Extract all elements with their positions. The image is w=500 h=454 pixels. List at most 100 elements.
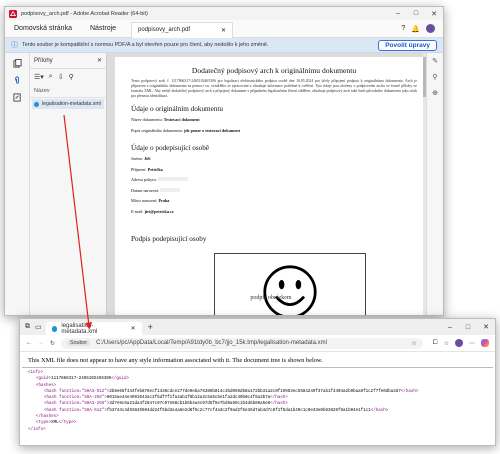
favorite-star-icon[interactable]: ☆ <box>411 340 416 347</box>
xml-text: 1117866317-2465102465306 <box>51 377 112 382</box>
doc-name-row: Název dokumentu: Testovací dokument <box>131 117 417 128</box>
tab-close-icon[interactable]: ✕ <box>221 27 226 34</box>
xml-close-tag: </hash> <box>400 389 419 394</box>
new-tab-icon[interactable]: + <box>148 322 153 332</box>
xml-line: </info> <box>28 427 495 433</box>
pdf-title: Dodatečný podpisový arch k originálnímu … <box>191 66 357 75</box>
maximize-button[interactable]: □ <box>459 324 477 331</box>
field-label: E-mail: <box>131 208 144 214</box>
tab-tools[interactable]: Nástroje <box>81 25 125 32</box>
doc-desc-row: Popis originálního dokumentu: jde pouze … <box>131 128 417 139</box>
search-icon[interactable]: ⚲ <box>432 73 437 81</box>
redacted-value <box>160 187 181 192</box>
xml-close-tag: </hash> <box>270 402 288 407</box>
field-row: Datum narození: <box>131 187 417 199</box>
pdf-intro: Tento podpisový arch č. 1117866317-24651… <box>131 79 417 99</box>
edge-tabbar: ⧉ ▭ legalisation-metadata.xml ✕ + – □ ✕ <box>20 319 495 335</box>
field-row: Příjmení: Petrička <box>131 167 417 178</box>
tab-actions-icon[interactable]: ▭ <box>35 323 42 331</box>
field-value: jiri@petricka.cz <box>144 208 174 214</box>
open-attachment-icon[interactable]: ⌕ <box>49 73 53 81</box>
attachment-filename: legalisation-metadata.xml <box>42 101 101 107</box>
field-label: Místo narození: <box>131 198 158 204</box>
workspaces-icon[interactable]: ⧉ <box>25 323 30 331</box>
tab-xml[interactable]: legalisation-metadata.xml ✕ <box>45 322 142 335</box>
xml-open-tag: </info> <box>28 427 46 432</box>
close-panel-icon[interactable]: ✕ <box>97 57 102 64</box>
xml-text: fb3744c4d93845984dd24f5bd3a4a6e2d8f5c2c7… <box>106 408 371 413</box>
signature-caption: podpis obrázkem <box>250 295 292 301</box>
xml-style-message: This XML file does not appear to have an… <box>22 354 493 368</box>
notifications-icon[interactable]: 🔔 <box>411 25 420 33</box>
xml-close-tag: </guid> <box>111 377 129 382</box>
zoom-icon[interactable]: ⊕ <box>432 89 438 97</box>
xml-open-tag: <hash function="SHA3-256"> <box>44 402 110 407</box>
field-row: Jméno: Jiří <box>131 156 417 167</box>
acrobat-titlebar: podpisovy_arch.pdf - Adobe Acrobat Reade… <box>5 7 443 20</box>
xml-open-tag: </hashes> <box>36 415 59 420</box>
acrobat-window: podpisovy_arch.pdf - Adobe Acrobat Reade… <box>4 6 444 316</box>
url-text: C:/Users/pc/AppData/Local/Temp/A91tdy0b_… <box>96 340 327 346</box>
smiley-signature-icon <box>263 265 317 315</box>
minimize-button[interactable]: – <box>441 324 459 331</box>
redacted-value <box>157 177 188 182</box>
close-button[interactable]: ✕ <box>425 10 443 18</box>
maximize-button[interactable]: □ <box>407 10 425 17</box>
enable-editing-button[interactable]: Povolit úpravy <box>378 39 437 51</box>
field-value: Praha <box>158 198 170 204</box>
close-tab-icon[interactable]: ✕ <box>131 325 136 332</box>
signature-image-box <box>214 253 366 315</box>
tab-document[interactable]: podpisovy_arch.pdf ✕ <box>131 21 234 38</box>
xml-text: 2b8e65f444feb876ecf1436cdce277de9eba7638… <box>109 389 401 394</box>
doc-name-value: Testovací dokument <box>163 117 200 123</box>
back-icon[interactable]: ← <box>26 340 32 346</box>
attachment-icon[interactable] <box>13 76 22 85</box>
refresh-icon[interactable]: ↻ <box>50 340 55 347</box>
forward-icon[interactable]: → <box>38 340 44 346</box>
attachment-list-item[interactable]: legalisation-metadata.xml <box>32 99 104 109</box>
xml-open-tag: <guid> <box>36 377 52 382</box>
section-signer: Údaje o podepisující osobě <box>131 144 210 153</box>
address-field[interactable]: Soubor C:/Users/pc/AppData/Local/Temp/A9… <box>61 337 423 349</box>
signature-panel-icon[interactable] <box>12 93 22 102</box>
tab-home[interactable]: Domovská stránka <box>5 25 81 32</box>
field-label: Jméno: <box>131 156 144 162</box>
right-tool-rail: ✎ ⚲ ⊕ <box>426 53 443 315</box>
xml-open-tag: <hash function="SHA3-512"> <box>44 389 110 394</box>
xml-close-tag: </hash> <box>270 396 288 401</box>
pdf-page: Dodatečný podpisový arch k originálnímu … <box>115 57 433 315</box>
xml-close-tag: </type> <box>58 421 77 426</box>
doc-name-label: Název dokumentu: <box>131 117 163 123</box>
profile-avatar[interactable] <box>455 339 463 347</box>
copilot-icon[interactable] <box>481 339 489 347</box>
xml-open-tag: <info> <box>28 371 44 375</box>
more-menu-icon[interactable]: ⋯ <box>469 340 475 347</box>
search-icon[interactable]: ⚲ <box>69 73 74 81</box>
document-viewport[interactable]: Dodatečný podpisový arch k originálnímu … <box>107 53 443 315</box>
favorites-icon[interactable]: ☆ <box>444 340 449 347</box>
edge-window: ⧉ ▭ legalisation-metadata.xml ✕ + – □ ✕ … <box>19 318 496 446</box>
field-value: Petrička <box>147 166 163 172</box>
doc-desc-value: jde pouze o testovací dokument <box>183 127 241 133</box>
extensions-icon[interactable]: ⧠ <box>433 340 438 347</box>
field-label: Datum narození: <box>131 187 160 193</box>
close-button[interactable]: ✕ <box>477 323 495 331</box>
comment-icon[interactable]: ✎ <box>432 57 438 65</box>
field-row: Místo narození: Praha <box>131 198 417 209</box>
avatar[interactable] <box>426 24 435 33</box>
field-value: Jiří <box>144 156 151 162</box>
pdfa-notice-bar: ⓘ Tento soubor je kompatibilní s normou … <box>5 38 443 53</box>
options-icon[interactable]: ☰▾ <box>34 73 44 81</box>
save-attachment-icon[interactable]: ⇩ <box>58 73 64 81</box>
xml-close-tag: </hash> <box>370 408 389 413</box>
help-icon[interactable]: ? <box>401 25 405 32</box>
xml-tree: <info> <guid>1117866317-2465102465306</gu… <box>20 370 495 433</box>
xml-text: 8015ae44e4991043ac3f5df7f1fa4ab1f8b12a3c… <box>106 396 271 401</box>
field-row: Adresa pobytu: <box>131 177 417 188</box>
pages-icon[interactable] <box>12 59 22 68</box>
field-label: Adresa pobytu: <box>131 177 157 183</box>
edge-tab-icon <box>51 325 58 332</box>
url-source-chip[interactable]: Soubor <box>67 340 91 346</box>
minimize-button[interactable]: – <box>389 10 407 17</box>
column-name-header: Název <box>30 85 106 98</box>
